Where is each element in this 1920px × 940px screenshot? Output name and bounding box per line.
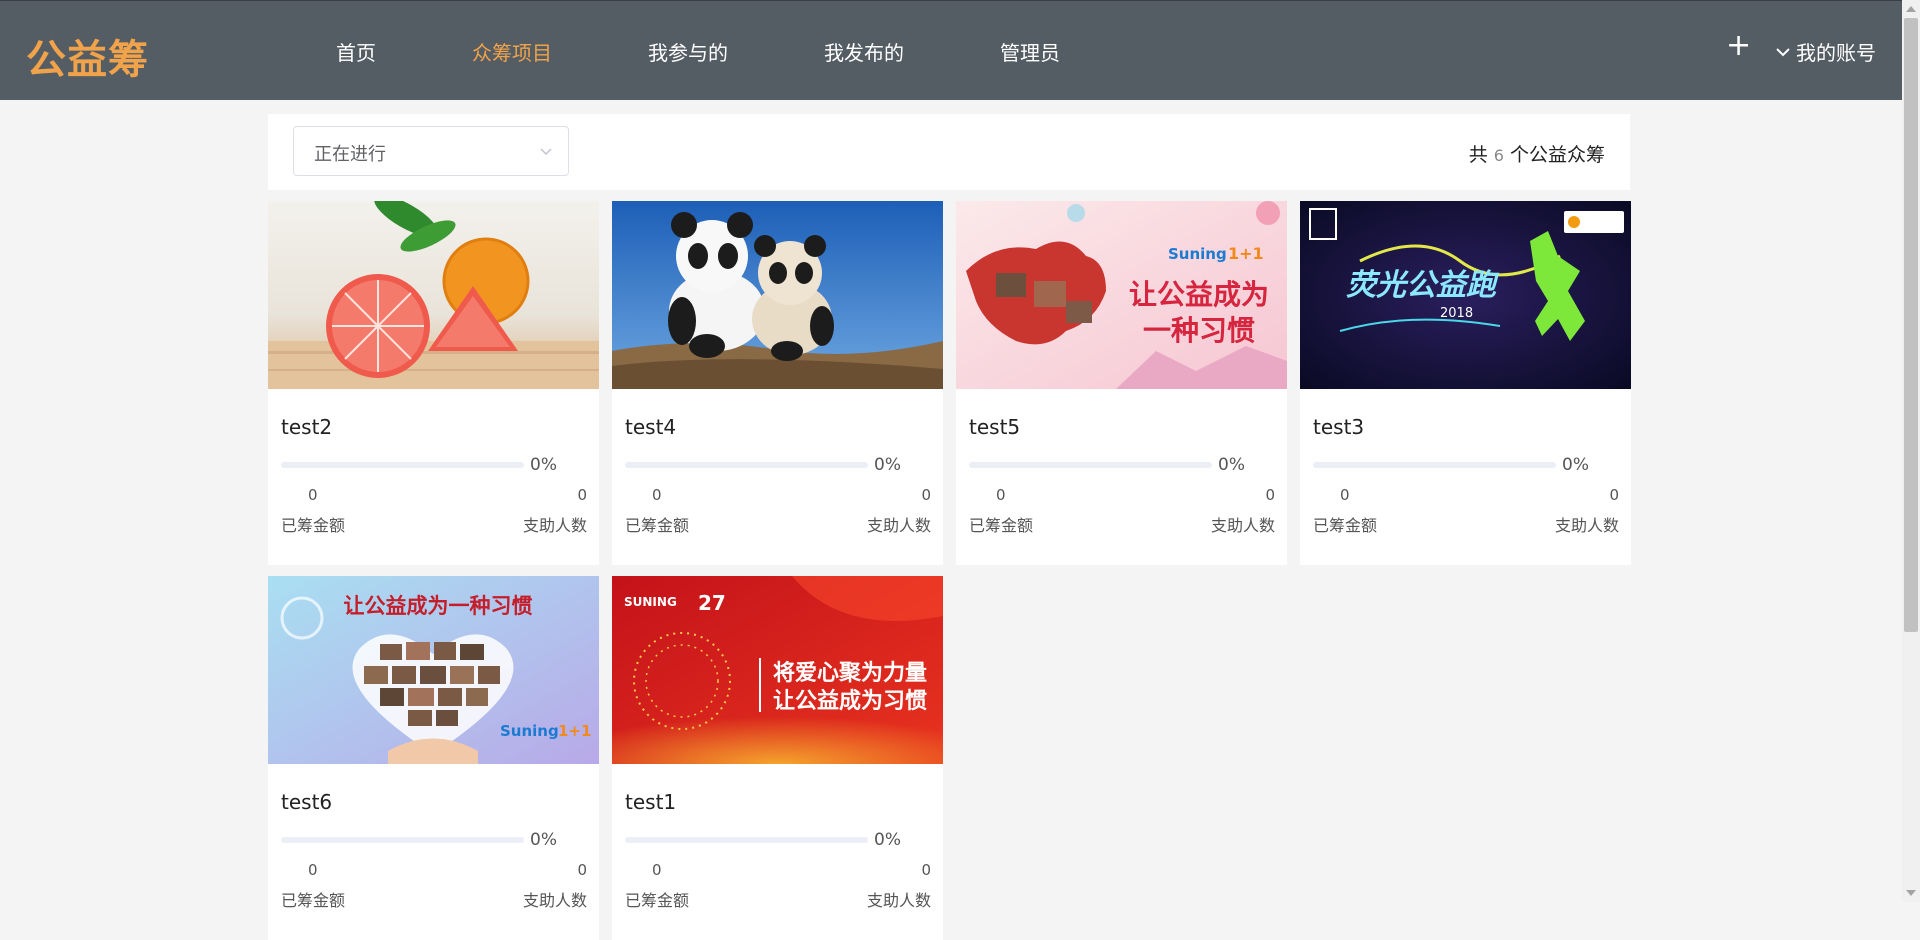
raised-amount: 0 — [1340, 486, 1350, 504]
project-card[interactable]: 2018 荧光公益跑 test3 0% 0 0 已筹金额 支助人数 — [1300, 201, 1631, 565]
raised-label: 已筹金额 — [969, 516, 1034, 535]
scroll-up-icon[interactable] — [1906, 6, 1916, 12]
nav-item-admin[interactable]: 管理员 — [1000, 37, 1060, 66]
progress-bar — [625, 837, 868, 843]
status-select[interactable]: 正在进行 — [293, 126, 569, 176]
raised-label: 已筹金额 — [281, 891, 346, 910]
project-image[interactable]: SUNING 27 将爱心聚为力量 让公益成为习惯 — [612, 576, 943, 764]
backers-label: 支助人数 — [866, 516, 931, 535]
svg-text:1+1: 1+1 — [1228, 244, 1264, 263]
project-title[interactable]: test4 — [625, 415, 676, 439]
raised-label: 已筹金额 — [281, 516, 346, 535]
raised-label: 已筹金额 — [1313, 516, 1378, 535]
project-title[interactable]: test2 — [281, 415, 332, 439]
backer-count: 0 — [577, 486, 587, 504]
account-menu[interactable]: 我的账号 — [1774, 37, 1876, 66]
progress-bar — [969, 462, 1212, 468]
raised-amount: 0 — [996, 486, 1006, 504]
progress-bar — [281, 462, 524, 468]
progress-bar — [281, 837, 524, 843]
scroll-down-icon[interactable] — [1906, 890, 1916, 896]
raised-label: 已筹金额 — [625, 891, 690, 910]
status-select-value: 正在进行 — [314, 144, 386, 165]
logo[interactable]: 公益筹 — [26, 27, 149, 85]
backer-count: 0 — [577, 861, 587, 879]
banner-slogan: 让公益成为一种习惯 — [1128, 278, 1269, 347]
project-image[interactable]: 2018 荧光公益跑 — [1300, 201, 1631, 389]
count-prefix: 共 — [1468, 144, 1488, 166]
raised-amount: 0 — [652, 861, 662, 879]
progress-percent: 0% — [1218, 455, 1245, 475]
project-image[interactable] — [612, 201, 943, 389]
account-label: 我的账号 — [1796, 41, 1876, 65]
count-suffix: 个公益众筹 — [1509, 144, 1605, 166]
raised-amount: 0 — [308, 486, 318, 504]
nav-item-home[interactable]: 首页 — [336, 37, 376, 66]
project-card[interactable]: Suning 1+1 让公益成为一种习惯 test5 0% 0 0 已筹金额 支… — [956, 201, 1287, 565]
project-card[interactable]: test2 0% 0 0 已筹金额 支助人数 — [268, 201, 599, 565]
progress-percent: 0% — [530, 830, 557, 850]
raised-amount: 0 — [652, 486, 662, 504]
backer-count: 0 — [1265, 486, 1275, 504]
progress-percent: 0% — [530, 455, 557, 475]
backers-label: 支助人数 — [866, 891, 931, 910]
banner-slogan: 荧光公益跑 — [1346, 268, 1496, 303]
project-image[interactable]: Suning 1+1 让公益成为一种习惯 — [268, 576, 599, 764]
svg-text:Suning: Suning — [500, 722, 559, 740]
project-card[interactable]: test4 0% 0 0 已筹金额 支助人数 — [612, 201, 943, 565]
count-value: 6 — [1493, 146, 1504, 165]
project-card[interactable]: Suning 1+1 让公益成为一种习惯 test6 0% 0 0 已筹金额 支… — [268, 576, 599, 940]
project-count: 共 6 个公益众筹 — [1469, 140, 1605, 167]
filter-bar: 正在进行 共 6 个公益众筹 — [268, 114, 1630, 190]
progress-percent: 0% — [874, 830, 901, 850]
scrollbar-thumb[interactable] — [1904, 18, 1918, 632]
project-image[interactable]: Suning 1+1 让公益成为一种习惯 — [956, 201, 1287, 389]
backers-label: 支助人数 — [1554, 516, 1619, 535]
backer-count: 0 — [921, 486, 931, 504]
add-project-button[interactable]: + — [1726, 31, 1751, 61]
progress-percent: 0% — [1562, 455, 1589, 475]
svg-text:Suning: Suning — [1168, 245, 1227, 263]
project-title[interactable]: test5 — [969, 415, 1020, 439]
project-card[interactable]: SUNING 27 将爱心聚为力量 让公益成为习惯 test1 0% 0 0 已… — [612, 576, 943, 940]
page-scrollbar[interactable] — [1902, 0, 1920, 902]
svg-text:SUNING: SUNING — [624, 595, 677, 609]
backers-label: 支助人数 — [522, 891, 587, 910]
svg-text:1+1: 1+1 — [558, 722, 591, 740]
backers-label: 支助人数 — [522, 516, 587, 535]
raised-label: 已筹金额 — [625, 516, 690, 535]
banner-slogan: 将爱心聚为力量 让公益成为习惯 — [772, 661, 927, 714]
backers-label: 支助人数 — [1210, 516, 1275, 535]
progress-percent: 0% — [874, 455, 901, 475]
banner-slogan: 让公益成为一种习惯 — [343, 594, 533, 618]
nav-item-joined[interactable]: 我参与的 — [648, 37, 728, 66]
project-title[interactable]: test3 — [1313, 415, 1364, 439]
backer-count: 0 — [1609, 486, 1619, 504]
chevron-down-icon — [1776, 47, 1790, 56]
backer-count: 0 — [921, 861, 931, 879]
raised-amount: 0 — [308, 861, 318, 879]
project-image[interactable] — [268, 201, 599, 389]
svg-text:2018: 2018 — [1440, 306, 1473, 321]
svg-text:27: 27 — [698, 591, 726, 615]
progress-bar — [625, 462, 868, 468]
project-title[interactable]: test1 — [625, 790, 676, 814]
nav-item-published[interactable]: 我发布的 — [824, 37, 904, 66]
top-navbar: 公益筹 首页 众筹项目 我参与的 我发布的 管理员 + 我的账号 — [0, 0, 1902, 100]
progress-bar — [1313, 462, 1556, 468]
nav-item-projects[interactable]: 众筹项目 — [472, 37, 552, 66]
project-title[interactable]: test6 — [281, 790, 332, 814]
chevron-down-icon — [540, 148, 552, 156]
